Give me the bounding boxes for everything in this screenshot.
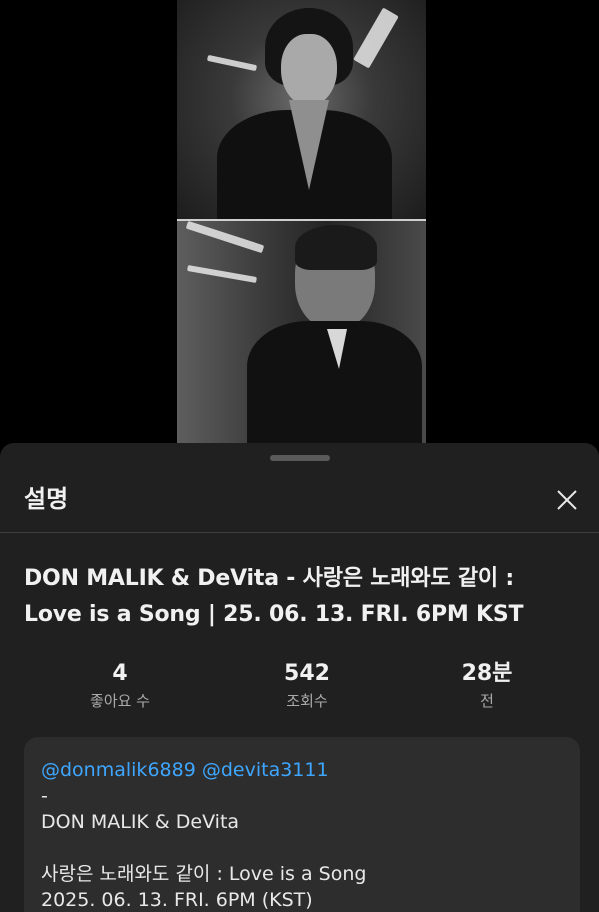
video-player[interactable] bbox=[0, 0, 599, 445]
close-button[interactable] bbox=[548, 481, 586, 519]
figure-hair bbox=[295, 225, 377, 270]
views-count: 542 bbox=[284, 661, 330, 686]
video-thumbnail bbox=[177, 0, 426, 443]
header-divider bbox=[0, 532, 599, 533]
stats-row: 4 좋아요 수 542 조회수 28분 전 bbox=[0, 659, 599, 719]
description-dash: - bbox=[41, 785, 48, 807]
description-release: 2025. 06. 13. FRI. 6PM (KST) bbox=[41, 889, 313, 911]
mention-link[interactable]: @donmalik6889 bbox=[41, 759, 196, 781]
upload-age-label: 전 bbox=[480, 692, 494, 710]
video-panel-bottom bbox=[177, 220, 426, 443]
description-song: 사랑은 노래와도 같이 : Love is a Song bbox=[41, 863, 367, 885]
video-title-line1: DON MALIK & DeVita - 사랑은 노래와도 같이 : bbox=[24, 566, 515, 591]
ceiling-light bbox=[185, 220, 265, 254]
screen: 설명 DON MALIK & DeVita - 사랑은 노래와도 같이 : Lo… bbox=[0, 0, 599, 912]
video-title: DON MALIK & DeVita - 사랑은 노래와도 같이 : Love … bbox=[24, 561, 574, 633]
sheet-header: 설명 bbox=[0, 469, 599, 531]
views-label: 조회수 bbox=[286, 692, 328, 710]
likes-count: 4 bbox=[112, 661, 128, 686]
ceiling-light bbox=[187, 264, 257, 284]
sheet-title: 설명 bbox=[24, 485, 69, 513]
ceiling-light bbox=[206, 54, 258, 72]
mentions-line: @donmalik6889 @devita3111 bbox=[41, 757, 329, 783]
description-artists: DON MALIK & DeVita bbox=[41, 811, 240, 833]
ceiling-light bbox=[353, 7, 399, 69]
likes-label: 좋아요 수 bbox=[90, 692, 150, 710]
description-sheet: 설명 DON MALIK & DeVita - 사랑은 노래와도 같이 : Lo… bbox=[0, 443, 599, 912]
video-panel-top bbox=[177, 0, 426, 230]
upload-age-stat: 28분 전 bbox=[407, 659, 567, 713]
drag-handle[interactable] bbox=[270, 455, 330, 461]
video-title-line2: Love is a Song | 25. 06. 13. FRI. 6PM KS… bbox=[24, 602, 524, 627]
figure-face bbox=[281, 34, 337, 106]
upload-age: 28분 bbox=[461, 661, 513, 686]
close-icon bbox=[557, 490, 577, 510]
likes-stat: 4 좋아요 수 bbox=[40, 659, 200, 713]
views-stat: 542 조회수 bbox=[227, 659, 387, 713]
mention-link[interactable]: @devita3111 bbox=[202, 759, 329, 781]
description-box[interactable]: @donmalik6889 @devita3111 - DON MALIK & … bbox=[24, 737, 580, 912]
